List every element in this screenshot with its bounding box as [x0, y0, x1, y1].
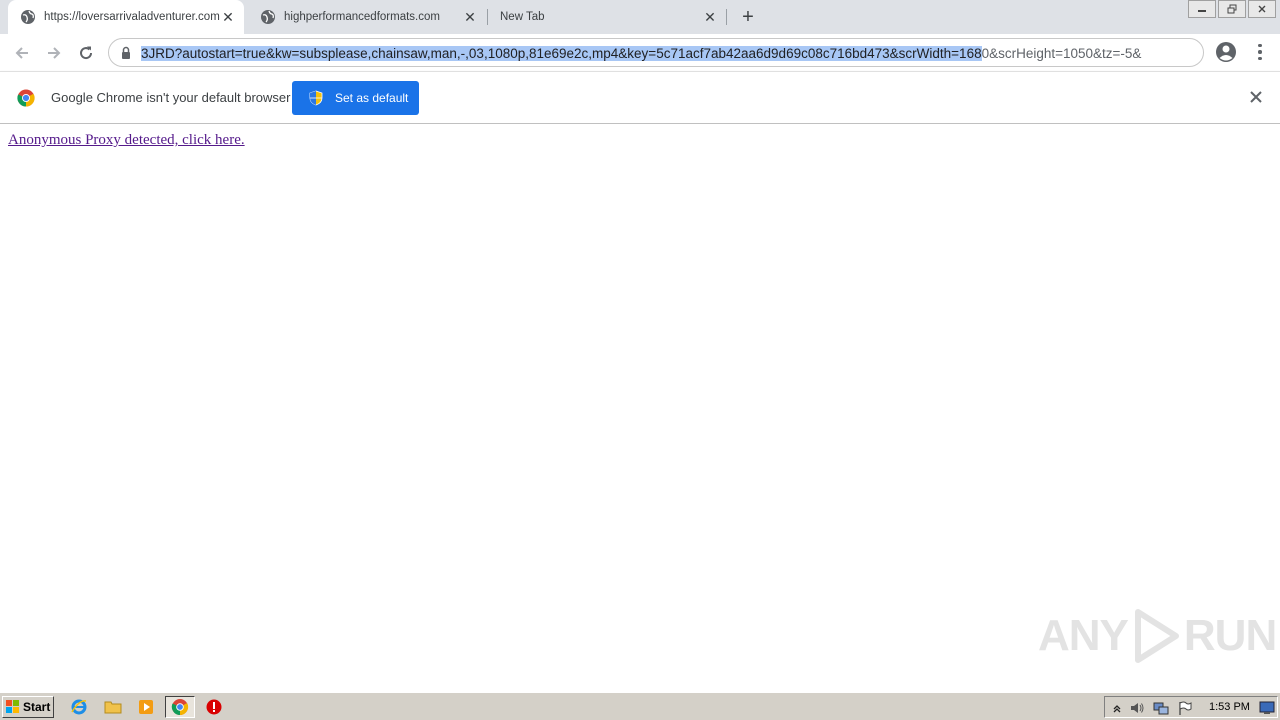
tab-title: highperformancedformats.com [284, 11, 440, 23]
globe-icon [260, 9, 276, 25]
anonymous-proxy-link[interactable]: Anonymous Proxy detected, click here. [8, 132, 245, 149]
stop-alert-icon[interactable] [205, 698, 223, 716]
arrow-right-icon [48, 47, 61, 59]
internet-explorer-icon[interactable] [70, 698, 88, 716]
anyrun-watermark: ANY RUN [1038, 608, 1277, 664]
browser-toolbar: 3JRD?autostart=true&kw=subsplease,chains… [0, 34, 1280, 71]
restore-button[interactable] [1218, 0, 1246, 18]
url-text[interactable]: 3JRD?autostart=true&kw=subsplease,chains… [141, 45, 1191, 62]
tab-close-icon[interactable]: ✕ [220, 9, 236, 25]
tab-title: New Tab [500, 11, 545, 23]
page-content: Anonymous Proxy detected, click here. AN… [0, 124, 1280, 692]
minimize-icon [1198, 10, 1206, 12]
arrow-left-icon [15, 47, 28, 59]
chevron-up-icon[interactable] [1109, 700, 1125, 716]
address-bar[interactable]: 3JRD?autostart=true&kw=subsplease,chains… [108, 38, 1204, 67]
reload-icon [80, 46, 93, 60]
set-as-default-button[interactable]: Set as default [292, 81, 419, 115]
start-label: Start [23, 700, 51, 714]
taskbar-clock[interactable]: 1:53 PM [1209, 701, 1250, 713]
system-tray: 1:53 PM [1104, 696, 1278, 718]
watermark-text-left: ANY [1038, 611, 1129, 660]
tab-highperformancedformats[interactable]: highperformancedformats.com ✕ [248, 0, 486, 34]
chrome-menu-button[interactable] [1252, 40, 1268, 64]
infobar-message: Google Chrome isn't your default browser [51, 90, 291, 105]
profile-button[interactable] [1214, 40, 1238, 64]
dot-icon [1258, 50, 1262, 54]
volume-icon[interactable] [1129, 700, 1145, 716]
tab-close-icon[interactable]: ✕ [702, 9, 718, 25]
set-as-default-label: Set as default [335, 91, 409, 105]
network-icon[interactable] [1153, 700, 1169, 716]
globe-icon [20, 9, 36, 25]
forward-button[interactable] [41, 40, 67, 66]
close-window-button[interactable] [1248, 0, 1276, 18]
close-icon [1258, 5, 1266, 13]
chrome-icon [171, 699, 189, 716]
infobar-close-icon[interactable] [1248, 89, 1264, 105]
file-explorer-icon[interactable] [104, 698, 122, 716]
minimize-button[interactable] [1188, 0, 1216, 18]
start-button[interactable]: Start [2, 696, 54, 718]
tab-new-tab[interactable]: New Tab ✕ [488, 0, 726, 34]
restore-icon [1227, 4, 1237, 14]
account-circle-icon [1216, 42, 1236, 62]
tab-loversarrivaladventurer[interactable]: https://loversarrivaladventurer.com ✕ [8, 0, 244, 34]
default-browser-infobar: Google Chrome isn't your default browser… [0, 71, 1280, 124]
new-tab-button[interactable]: + [736, 5, 760, 29]
media-player-icon[interactable] [137, 698, 155, 716]
action-center-flag-icon[interactable] [1177, 700, 1193, 716]
url-selected-text: 3JRD?autostart=true&kw=subsplease,chains… [141, 46, 982, 61]
tab-separator [726, 9, 727, 25]
tab-title: https://loversarrivaladventurer.com [44, 11, 220, 23]
windows-logo-icon [6, 700, 20, 714]
back-button[interactable] [9, 40, 35, 66]
show-desktop-icon[interactable] [1259, 700, 1275, 716]
uac-shield-icon [309, 90, 323, 106]
dot-icon [1258, 43, 1262, 48]
watermark-text-right: RUN [1183, 611, 1277, 660]
chrome-logo-icon [17, 89, 35, 107]
tab-strip: https://loversarrivaladventurer.com ✕ hi… [0, 0, 1280, 34]
reload-button[interactable] [73, 40, 99, 66]
window-controls [1186, 0, 1276, 18]
chrome-taskbar-button[interactable] [165, 696, 195, 718]
url-unselected-text: 0&scrHeight=1050&tz=-5& [981, 46, 1142, 61]
dot-icon [1258, 56, 1262, 61]
windows-taskbar: Start 1:53 PM [0, 692, 1280, 720]
play-logo-icon [1130, 608, 1182, 664]
tab-close-icon[interactable]: ✕ [462, 9, 478, 25]
lock-icon[interactable] [119, 46, 133, 60]
